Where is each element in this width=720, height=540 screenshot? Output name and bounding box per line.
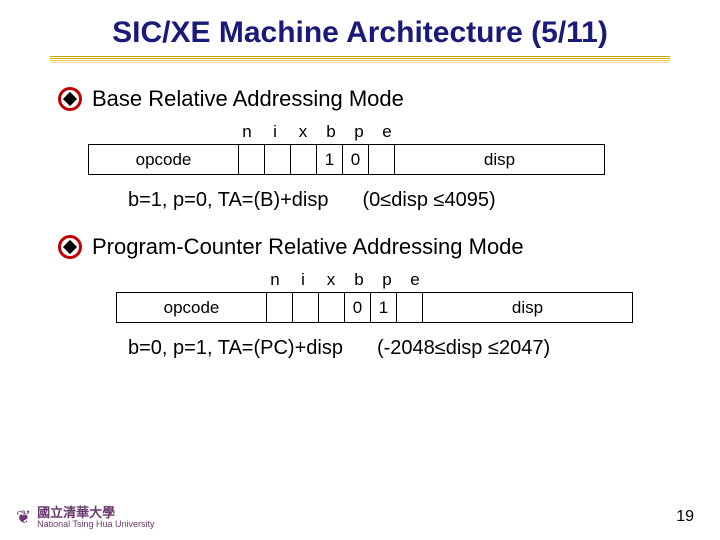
cell-n xyxy=(267,293,293,323)
page-number: 19 xyxy=(676,508,694,526)
university-name-zh: 國立清華大學 xyxy=(37,506,154,520)
cell-e xyxy=(369,145,395,175)
flag-e: e xyxy=(380,122,394,142)
slide-content: Base Relative Addressing Mode n i x b p … xyxy=(0,62,720,360)
base-format-table: opcode 1 0 disp xyxy=(88,144,605,175)
cell-b: 0 xyxy=(345,293,371,323)
cell-opcode: opcode xyxy=(117,293,267,323)
pc-format-block: n i x b p e opcode 0 1 disp b=0, p=1, TA… xyxy=(88,270,670,360)
flag-labels: n i x b p e xyxy=(268,270,670,290)
base-formula-row: b=1, p=0, TA=(B)+disp (0≤disp ≤4095) xyxy=(128,189,670,212)
base-format-block: n i x b p e opcode 1 0 disp b=1, p=0, TA… xyxy=(88,122,670,212)
base-formula: b=1, p=0, TA=(B)+disp xyxy=(128,189,329,212)
flag-x: x xyxy=(324,270,338,290)
bullet-pc-relative: Program-Counter Relative Addressing Mode xyxy=(58,234,670,260)
cell-x xyxy=(291,145,317,175)
flag-p: p xyxy=(352,122,366,142)
bullet-marker-icon xyxy=(58,235,82,259)
slide-title: SIC/XE Machine Architecture (5/11) xyxy=(0,0,720,50)
cell-i xyxy=(265,145,291,175)
footer-logo: ❦ 國立清華大學 National Tsing Hua University xyxy=(16,506,154,530)
cell-i xyxy=(293,293,319,323)
flag-labels: n i x b p e xyxy=(240,122,670,142)
flag-b: b xyxy=(324,122,338,142)
university-crest-icon: ❦ xyxy=(16,508,31,528)
cell-n xyxy=(239,145,265,175)
pc-range: (-2048≤disp ≤2047) xyxy=(377,337,550,360)
flag-i: i xyxy=(296,270,310,290)
flag-n: n xyxy=(240,122,254,142)
cell-opcode: opcode xyxy=(89,145,239,175)
pc-formula: b=0, p=1, TA=(PC)+disp xyxy=(128,337,343,360)
cell-disp: disp xyxy=(395,145,605,175)
flag-b: b xyxy=(352,270,366,290)
flag-i: i xyxy=(268,122,282,142)
university-name-en: National Tsing Hua University xyxy=(37,520,154,530)
base-range: (0≤disp ≤4095) xyxy=(363,189,496,212)
cell-e xyxy=(397,293,423,323)
flag-n: n xyxy=(268,270,282,290)
title-underline xyxy=(50,56,670,62)
cell-p: 0 xyxy=(343,145,369,175)
flag-x: x xyxy=(296,122,310,142)
pc-format-table: opcode 0 1 disp xyxy=(116,292,633,323)
pc-formula-row: b=0, p=1, TA=(PC)+disp (-2048≤disp ≤2047… xyxy=(128,337,670,360)
bullet-text: Base Relative Addressing Mode xyxy=(92,86,404,112)
flag-e: e xyxy=(408,270,422,290)
cell-b: 1 xyxy=(317,145,343,175)
cell-disp: disp xyxy=(423,293,633,323)
cell-p: 1 xyxy=(371,293,397,323)
bullet-base-relative: Base Relative Addressing Mode xyxy=(58,86,670,112)
cell-x xyxy=(319,293,345,323)
bullet-marker-icon xyxy=(58,87,82,111)
bullet-text: Program-Counter Relative Addressing Mode xyxy=(92,234,524,260)
flag-p: p xyxy=(380,270,394,290)
